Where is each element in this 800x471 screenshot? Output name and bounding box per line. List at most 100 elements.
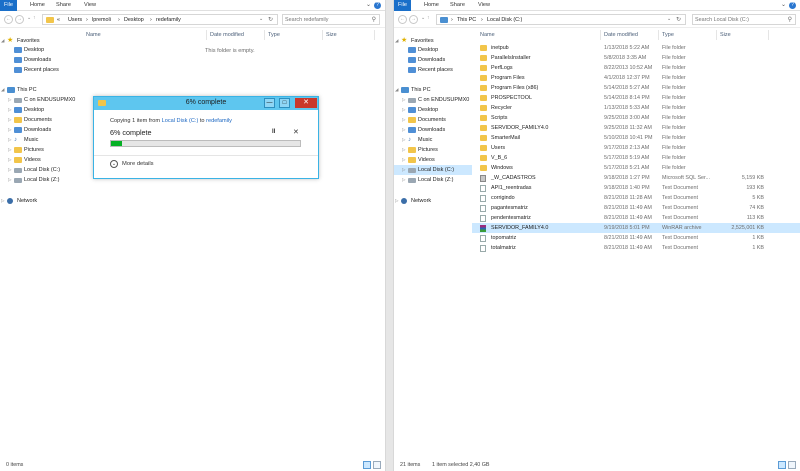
- large-icons-view-icon[interactable]: [373, 461, 381, 469]
- sidebar-item-c-on-endusupmx0[interactable]: ▷ C on ENDUSUPMX0: [394, 95, 472, 105]
- file-row[interactable]: Users 9/17/2018 2:13 AM File folder: [472, 143, 800, 153]
- tab-file[interactable]: File: [394, 0, 412, 11]
- file-row[interactable]: Scripts 9/25/2018 3:00 AM File folder: [472, 113, 800, 123]
- sidebar-item-documents[interactable]: ▷ Documents: [0, 115, 78, 125]
- tab-view[interactable]: View: [474, 0, 494, 11]
- dialog-title-bar[interactable]: 6% complete — □ ✕: [94, 97, 318, 110]
- sidebar-item-local-disk-c[interactable]: ▷ Local Disk (C:): [394, 165, 472, 175]
- file-row[interactable]: Program Files (x86) 5/14/2018 5:27 AM File…: [472, 83, 800, 93]
- details-view-icon[interactable]: [363, 461, 371, 469]
- address-box[interactable]: › This PC › Local Disk (C:) ⌄ ↻: [436, 14, 686, 25]
- sidebar-item-network[interactable]: ▷ Network: [394, 196, 472, 206]
- expand-arrow-icon[interactable]: ▷: [1, 196, 4, 206]
- expand-arrow-icon[interactable]: ▷: [8, 145, 11, 155]
- expand-ribbon-icon[interactable]: ⌄: [366, 1, 371, 8]
- refresh-icon[interactable]: ↻: [268, 16, 273, 23]
- file-row[interactable]: pagantesmatriz 8/21/2018 11:49 AM Text Doc…: [472, 203, 800, 213]
- tab-file[interactable]: File: [0, 0, 18, 11]
- sidebar-item-this-pc[interactable]: ◢ This PC: [394, 85, 472, 95]
- search-box[interactable]: ⚲: [692, 14, 796, 25]
- destination-link[interactable]: redefamily: [206, 118, 232, 124]
- column-type[interactable]: Type: [268, 32, 280, 38]
- chevron-down-icon[interactable]: ⌄: [110, 160, 118, 168]
- search-input[interactable]: [695, 16, 775, 24]
- file-row[interactable]: Program Files 4/1/2018 12:37 PM File folde…: [472, 73, 800, 83]
- column-size[interactable]: Size: [720, 32, 731, 38]
- crumb-local-disk[interactable]: Local Disk (C:): [487, 17, 522, 23]
- sidebar-item-desktop[interactable]: Desktop: [0, 45, 78, 55]
- cancel-icon[interactable]: ✕: [293, 128, 299, 136]
- expand-arrow-icon[interactable]: ▷: [8, 135, 11, 145]
- address-dropdown-icon[interactable]: ⌄: [259, 16, 263, 22]
- file-row[interactable]: SERVIDOR_FAMILY4.0 9/25/2018 11:32 AM File…: [472, 123, 800, 133]
- expand-arrow-icon[interactable]: ▷: [395, 196, 398, 206]
- up-icon[interactable]: ↑: [33, 15, 36, 21]
- help-icon[interactable]: ?: [789, 2, 796, 9]
- crumb-users[interactable]: Users: [68, 17, 82, 23]
- tab-view[interactable]: View: [80, 0, 100, 11]
- crumb-overflow[interactable]: «: [57, 17, 60, 23]
- expand-arrow-icon[interactable]: ▷: [402, 135, 405, 145]
- sidebar-item-recent-places[interactable]: Recent places: [0, 65, 78, 75]
- file-row[interactable]: Windows 5/17/2018 5:21 AM File folder: [472, 163, 800, 173]
- expand-arrow-icon[interactable]: ◢: [1, 85, 4, 95]
- crumb-user[interactable]: lpremoli: [92, 17, 111, 23]
- expand-arrow-icon[interactable]: ▷: [402, 115, 405, 125]
- file-row[interactable]: corrigindo 8/21/2018 11:28 AM Text Documen…: [472, 193, 800, 203]
- tab-home[interactable]: Home: [26, 0, 49, 11]
- address-dropdown-icon[interactable]: ⌄: [667, 16, 671, 22]
- sidebar-item-videos[interactable]: ▷ Videos: [394, 155, 472, 165]
- tab-home[interactable]: Home: [420, 0, 443, 11]
- sidebar-item-pictures[interactable]: ▷ Pictures: [394, 145, 472, 155]
- expand-arrow-icon[interactable]: ▷: [402, 165, 405, 175]
- file-row[interactable]: PROSPECTOOL 5/14/2018 8:14 PM File folder: [472, 93, 800, 103]
- expand-arrow-icon[interactable]: ▷: [8, 95, 11, 105]
- up-icon[interactable]: ↑: [427, 15, 430, 21]
- tab-share[interactable]: Share: [52, 0, 75, 11]
- sidebar-item-local-disk-c[interactable]: ▷ Local Disk (C:): [0, 165, 78, 175]
- column-size[interactable]: Size: [326, 32, 337, 38]
- expand-arrow-icon[interactable]: ▷: [402, 105, 405, 115]
- details-view-icon[interactable]: [778, 461, 786, 469]
- expand-arrow-icon[interactable]: ▷: [8, 105, 11, 115]
- back-icon[interactable]: ←: [4, 15, 13, 24]
- expand-arrow-icon[interactable]: ▷: [8, 175, 11, 185]
- column-name[interactable]: Name: [86, 32, 101, 38]
- file-row[interactable]: Recycler 1/13/2018 5:33 AM File folder: [472, 103, 800, 113]
- back-icon[interactable]: ←: [398, 15, 407, 24]
- file-row[interactable]: SmarterMail 5/10/2018 10:41 PM File folder: [472, 133, 800, 143]
- recent-locations-icon[interactable]: ⌄: [27, 15, 31, 21]
- sidebar-item-c-on-endusupmx0[interactable]: ▷ C on ENDUSUPMX0: [0, 95, 78, 105]
- column-type[interactable]: Type: [662, 32, 674, 38]
- column-name[interactable]: Name: [480, 32, 495, 38]
- sidebar-item-local-disk-z[interactable]: ▷ Local Disk (Z:): [394, 175, 472, 185]
- sidebar-item-network[interactable]: ▷ Network: [0, 196, 78, 206]
- forward-icon[interactable]: →: [15, 15, 24, 24]
- sidebar-item-music[interactable]: ▷ ♪ Music: [0, 135, 78, 145]
- expand-arrow-icon[interactable]: ▷: [402, 95, 405, 105]
- address-box[interactable]: « Users › lpremoli › Desktop › redefamil…: [42, 14, 278, 25]
- sidebar-item-downloads[interactable]: Downloads: [394, 55, 472, 65]
- sidebar-item-recent-places[interactable]: Recent places: [394, 65, 472, 75]
- column-date[interactable]: Date modified: [210, 32, 244, 38]
- pause-button[interactable]: II: [272, 129, 275, 135]
- sidebar-item-downloads[interactable]: Downloads: [0, 55, 78, 65]
- minimize-button[interactable]: —: [264, 98, 275, 108]
- sidebar-item-pictures[interactable]: ▷ Pictures: [0, 145, 78, 155]
- sidebar-item-documents[interactable]: ▷ Documents: [394, 115, 472, 125]
- sidebar-item-downloads[interactable]: ▷ Downloads: [0, 125, 78, 135]
- file-row[interactable]: inetpub 1/13/2018 5:22 AM File folder: [472, 43, 800, 53]
- maximize-button[interactable]: □: [279, 98, 290, 108]
- sidebar-item-downloads[interactable]: ▷ Downloads: [394, 125, 472, 135]
- expand-arrow-icon[interactable]: ▷: [402, 155, 405, 165]
- expand-arrow-icon[interactable]: ▷: [402, 145, 405, 155]
- sidebar-item-desktop[interactable]: Desktop: [394, 45, 472, 55]
- refresh-icon[interactable]: ↻: [676, 16, 681, 23]
- file-row[interactable]: pendentesmatriz 8/21/2018 11:49 AM Text Do…: [472, 213, 800, 223]
- file-row[interactable]: totalmatriz 8/21/2018 11:49 AM Text Docume…: [472, 243, 800, 253]
- tab-share[interactable]: Share: [446, 0, 469, 11]
- expand-arrow-icon[interactable]: ▷: [8, 115, 11, 125]
- file-row[interactable]: PerfLogs 8/22/2013 10:52 AM File folder: [472, 63, 800, 73]
- column-date[interactable]: Date modified: [604, 32, 638, 38]
- crumb-redefamily[interactable]: redefamily: [156, 17, 181, 23]
